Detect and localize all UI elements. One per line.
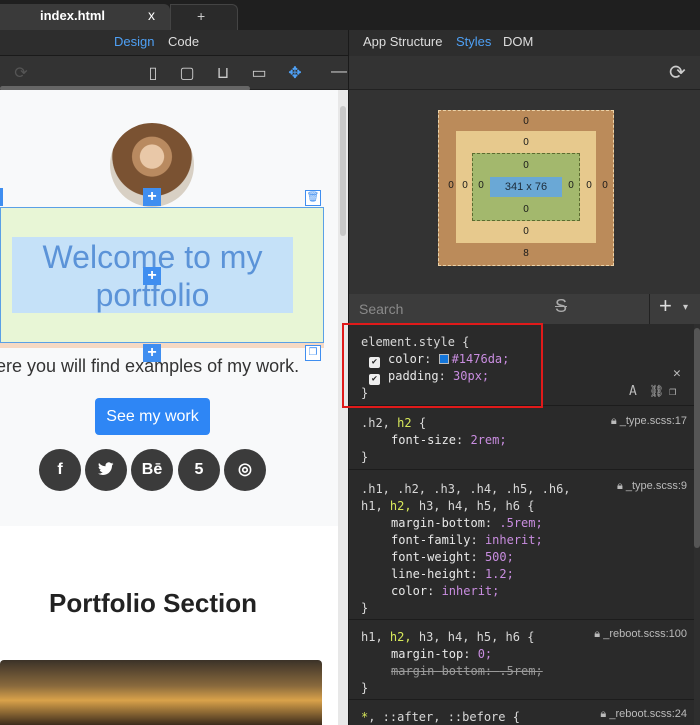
margin-indicator <box>0 343 324 348</box>
divider <box>649 294 650 324</box>
phone-icon[interactable]: ▯ <box>142 63 164 83</box>
padding-top-value[interactable]: 0 <box>519 160 533 171</box>
element-style-highlight <box>342 323 543 408</box>
rule-selector-line: h1, h2, h3, h4, h5, h6 { <box>361 499 535 513</box>
file-tab-bar: index.html x + <box>0 0 700 30</box>
rule-selector: *, ::after, ::before { <box>361 710 520 724</box>
rule-source-link[interactable]: 🔒︎ _type.scss:9 <box>617 480 687 493</box>
insert-above-handle[interactable]: + <box>143 188 161 206</box>
padding-bottom-value[interactable]: 0 <box>519 204 533 215</box>
close-icon[interactable]: ✕ <box>673 366 681 381</box>
rule-selector: h1, h2, h3, h4, h5, h6 { <box>361 630 535 644</box>
lock-icon: 🔒︎ <box>616 480 623 492</box>
h2-rule: .h2, h2 { 🔒︎ _type.scss:17 font-size: 2r… <box>349 406 695 470</box>
reboot-headings-rule: h1, h2, h3, h4, h5, h6 { 🔒︎ _reboot.scss… <box>349 620 695 700</box>
copy-icon[interactable]: ❐ <box>669 384 676 398</box>
facebook-icon[interactable]: f <box>39 449 81 491</box>
dribbble-icon[interactable]: ◎ <box>224 449 266 491</box>
desktop-icon[interactable]: ▭ <box>248 63 270 83</box>
plus-icon: + <box>197 8 206 24</box>
declaration[interactable]: color: inherit; <box>391 584 499 598</box>
tablet-icon[interactable]: ▢ <box>176 63 198 83</box>
inspector-toolbar: ⟳ <box>348 56 700 90</box>
font-icon[interactable]: A <box>629 384 637 399</box>
lock-icon: 🔒︎ <box>594 628 601 640</box>
selection-edge <box>0 188 3 206</box>
border-left-value[interactable]: 0 <box>458 180 472 191</box>
design-toolbar: ⟳ ▯ ▢ ⊔ ▭ ✥ — <box>0 56 350 91</box>
tab-code[interactable]: Code <box>168 34 199 49</box>
rule-close: } <box>361 450 369 464</box>
lock-icon: 🔒︎ <box>610 415 617 427</box>
universal-rule: *, ::after, ::before { 🔒︎ _reboot.scss:2… <box>349 700 695 725</box>
margin-right-value[interactable]: 0 <box>598 180 612 191</box>
rules-scrollbar[interactable] <box>694 324 700 725</box>
link-icon[interactable]: ⛓ <box>649 384 664 398</box>
rule-source-link[interactable]: 🔒︎ _reboot.scss:24 <box>600 708 687 721</box>
twitter-icon[interactable] <box>85 449 127 491</box>
tab-styles[interactable]: Styles <box>456 34 491 49</box>
border-right-value[interactable]: 0 <box>582 180 596 191</box>
rule-selector: .h2, h2 { <box>361 416 427 430</box>
new-tab-button[interactable]: + <box>170 4 238 30</box>
margin-top-value[interactable]: 0 <box>519 116 533 127</box>
margin-bottom-value[interactable]: 8 <box>519 248 533 259</box>
style-search-input[interactable] <box>359 299 539 319</box>
laptop-icon[interactable]: ⊔ <box>212 63 234 83</box>
declaration[interactable]: font-size: 2rem; <box>391 433 507 447</box>
delete-icon[interactable]: 🗑 <box>305 190 321 206</box>
declaration[interactable]: font-family: inherit; <box>391 533 543 547</box>
declaration[interactable]: margin-top: 0; <box>391 647 492 661</box>
rule-close: } <box>361 681 369 695</box>
intro-paragraph: ere you will find examples of my work. <box>0 356 300 376</box>
padding-left-value[interactable]: 0 <box>474 180 488 191</box>
fluid-width-icon[interactable]: ✥ <box>284 63 306 83</box>
overridden-filter-icon[interactable]: S <box>555 296 567 317</box>
rule-close: } <box>361 601 369 615</box>
rule-source-link[interactable]: 🔒︎ _type.scss:17 <box>611 415 687 428</box>
declaration[interactable]: margin-bottom: .5rem; <box>391 516 543 530</box>
tab-design[interactable]: Design <box>114 34 154 49</box>
rule-source-link[interactable]: 🔒︎ _reboot.scss:100 <box>594 628 687 641</box>
headings-rule: .h1, .h2, .h3, .h4, .h5, .h6, 🔒︎ _type.s… <box>349 470 695 620</box>
lock-icon: 🔒︎ <box>600 708 607 720</box>
portfolio-section-title: Portfolio Section <box>49 588 257 618</box>
declaration[interactable]: font-weight: 500; <box>391 550 514 564</box>
style-search-bar: S + ▾ <box>348 293 700 324</box>
see-my-work-button[interactable]: See my work <box>95 398 210 435</box>
inspector-tabs: App Structure Styles DOM <box>348 30 700 56</box>
editor-window: index.html x + Design Code ⟳ ▯ ▢ ⊔ ▭ ✥ —… <box>0 0 700 725</box>
portfolio-image <box>0 660 322 725</box>
overridden-declaration[interactable]: margin-bottom: .5rem; <box>391 664 543 678</box>
padding-right-value[interactable]: 0 <box>564 180 578 191</box>
tab-dom[interactable]: DOM <box>503 34 533 49</box>
add-rule-icon[interactable]: + <box>659 293 672 319</box>
rule-selector-line: .h1, .h2, .h3, .h4, .h5, .h6, <box>361 482 571 496</box>
border-top-value[interactable]: 0 <box>519 137 533 148</box>
refresh-styles-icon[interactable]: ⟳ <box>669 60 686 85</box>
border-bottom-value[interactable]: 0 <box>519 226 533 237</box>
box-model-content: 341 x 76 <box>490 177 562 197</box>
chevron-down-icon[interactable]: ▾ <box>683 302 688 313</box>
tab-app-structure[interactable]: App Structure <box>363 34 443 49</box>
add-element-handle[interactable]: + <box>143 267 161 285</box>
tab-index-html[interactable]: index.html x <box>0 4 170 30</box>
refresh-icon[interactable]: ⟳ <box>10 63 32 83</box>
design-code-switch: Design Code <box>0 30 348 56</box>
behance-icon[interactable]: Bē <box>131 449 173 491</box>
close-tab-icon[interactable]: x <box>148 7 155 23</box>
tab-label: index.html <box>40 8 106 23</box>
500px-icon[interactable]: 5 <box>178 449 220 491</box>
declaration[interactable]: line-height: 1.2; <box>391 567 514 581</box>
margin-left-value[interactable]: 0 <box>444 180 458 191</box>
collapse-icon[interactable]: — <box>328 63 350 83</box>
